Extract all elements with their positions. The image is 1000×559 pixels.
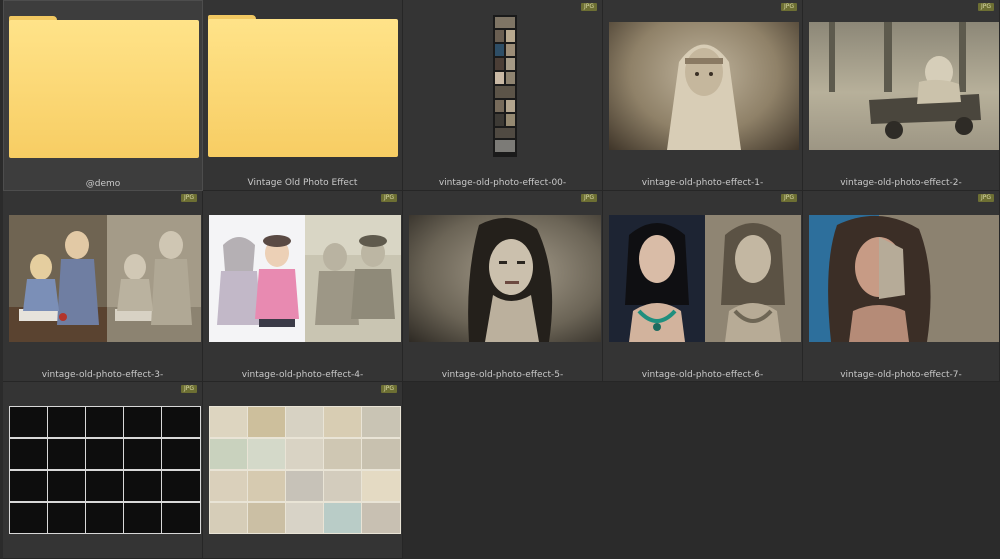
jpg-badge: JPG [780, 194, 797, 202]
item-label: vintage-old-photo-effect-5- [441, 370, 564, 380]
image-item-00[interactable]: JPG vintage-old-photo-effect-00- [403, 0, 603, 191]
jpg-badge: JPG [380, 194, 397, 202]
item-label: Vintage Old Photo Effect [247, 178, 358, 188]
folder-icon [208, 15, 398, 157]
jpg-badge: JPG [580, 3, 597, 11]
item-label: vintage-old-photo-effect-1- [641, 178, 764, 188]
image-thumbnail [809, 22, 999, 150]
item-label: vintage-old-photo-effect-3- [41, 370, 164, 380]
item-label: vintage-old-photo-effect-4- [241, 370, 364, 380]
image-thumbnail [493, 15, 517, 157]
jpg-badge: JPG [977, 3, 994, 11]
image-thumbnail [9, 406, 201, 534]
image-item-7[interactable]: JPG vintage-old-photo-effect-7- [803, 191, 1000, 382]
image-thumbnail [409, 215, 601, 342]
jpg-badge: JPG [180, 385, 197, 393]
folder-item-demo[interactable]: @demo [3, 0, 203, 191]
image-item-overlay-light[interactable]: JPG [203, 382, 403, 559]
image-item-6[interactable]: JPG vintage-old-photo-effect-6- [603, 191, 803, 382]
image-item-4[interactable]: JPG vintage-old-photo-effect-4- [203, 191, 403, 382]
item-label: vintage-old-photo-effect-00- [438, 178, 567, 188]
image-item-1[interactable]: JPG vintage-old-photo-effect-1- [603, 0, 803, 191]
folder-icon [9, 16, 199, 158]
image-thumbnail [209, 406, 401, 534]
image-thumbnail [609, 22, 799, 150]
jpg-badge: JPG [380, 385, 397, 393]
image-thumbnail [609, 215, 801, 342]
item-label: vintage-old-photo-effect-2- [840, 178, 962, 188]
image-item-3[interactable]: JPG vintage-old-photo-effect-3- [3, 191, 203, 382]
item-label: @demo [85, 179, 121, 189]
image-item-5[interactable]: JPG vintage-old-photo-effect-5- [403, 191, 603, 382]
image-thumbnail [9, 215, 201, 342]
item-label: vintage-old-photo-effect-6- [641, 370, 764, 380]
item-label: vintage-old-photo-effect-7- [840, 370, 962, 380]
folder-item-vintage[interactable]: Vintage Old Photo Effect [203, 0, 403, 191]
jpg-badge: JPG [780, 3, 797, 11]
thumbnail-grid: @demo Vintage Old Photo Effect JPG vinta… [0, 0, 1000, 559]
jpg-badge: JPG [180, 194, 197, 202]
image-item-2[interactable]: JPG vintage-old-photo-effect-2- [803, 0, 1000, 191]
jpg-badge: JPG [580, 194, 597, 202]
image-thumbnail [209, 215, 401, 342]
image-thumbnail [809, 215, 999, 342]
jpg-badge: JPG [977, 194, 994, 202]
image-item-overlay-dark[interactable]: JPG [3, 382, 203, 559]
